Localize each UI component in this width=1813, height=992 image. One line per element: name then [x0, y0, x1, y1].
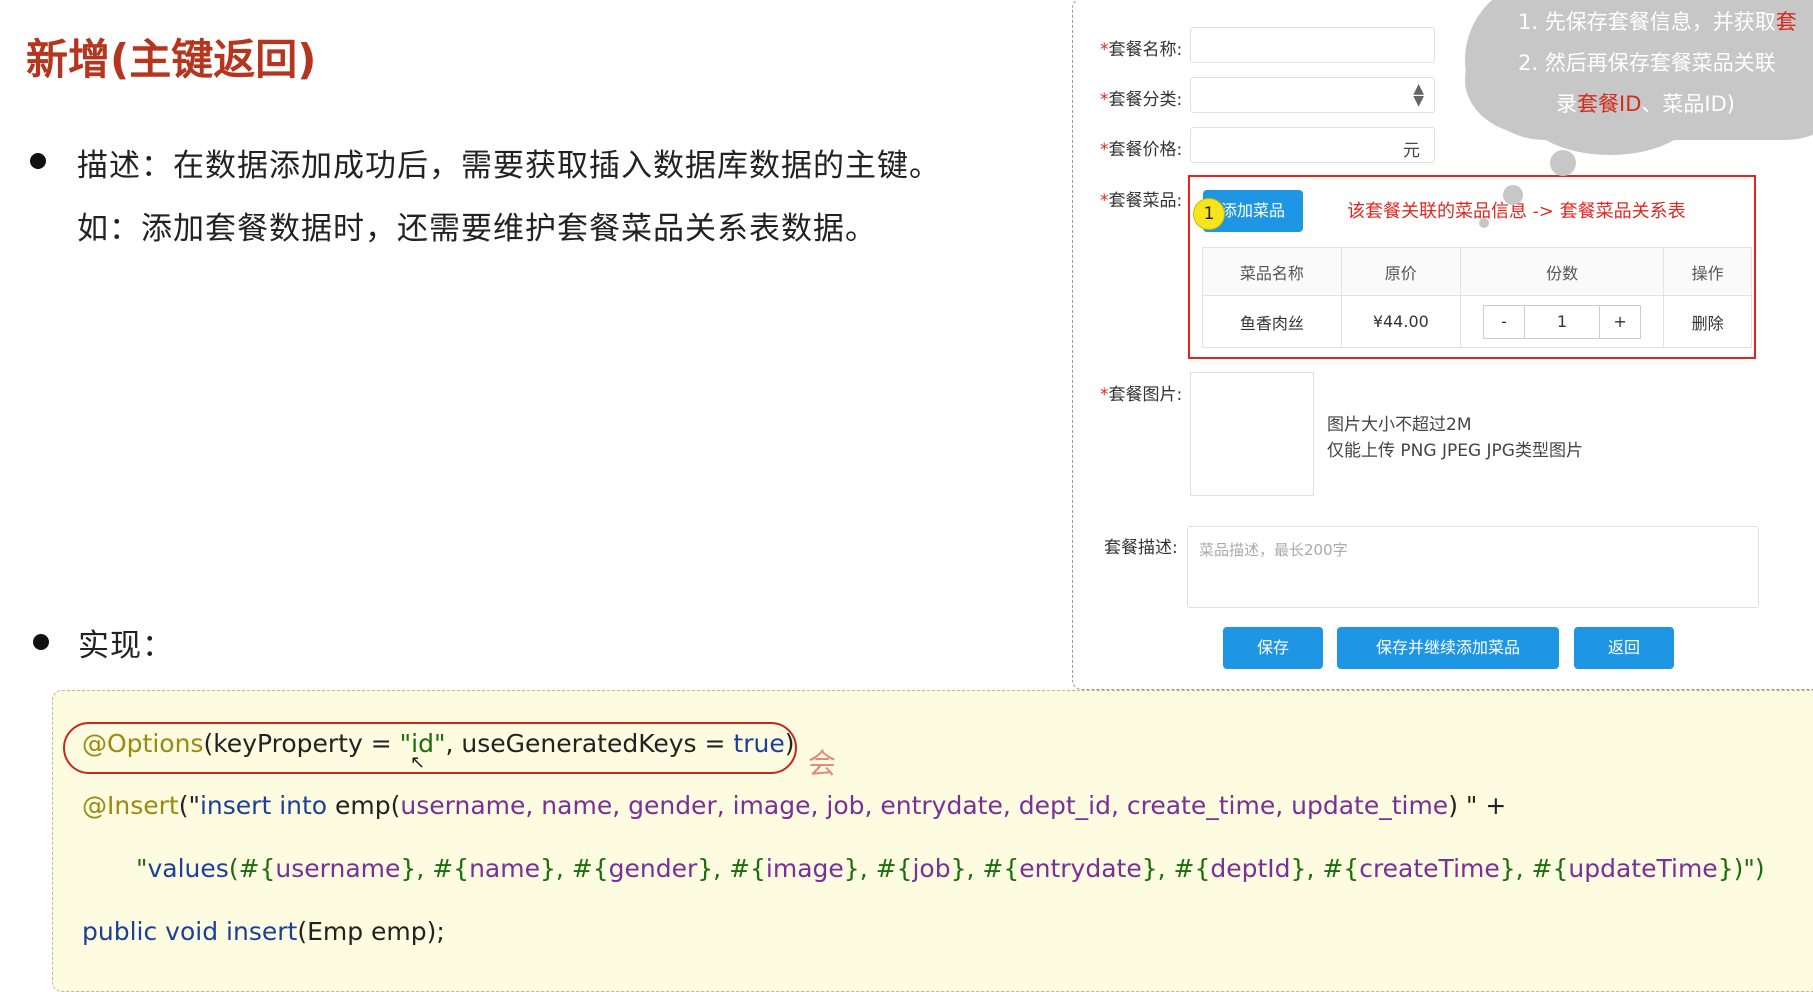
callout-line-3: 录套餐ID、菜品ID) [1556, 92, 1735, 116]
dialog-title-cut [1110, 0, 1210, 2]
back-button[interactable]: 返回 [1574, 627, 1674, 669]
setmeal-image-label: *套餐图片: [1100, 385, 1183, 405]
setmeal-dishes-label: *套餐菜品: [1100, 191, 1183, 211]
table-row: 鱼香肉丝 ¥44.00 -1 + 删除 [1202, 295, 1752, 348]
setmeal-name-input[interactable] [1190, 27, 1435, 63]
description-line-2: 如：添加套餐数据时，还需要维护套餐菜品关系表数据。 [77, 211, 877, 247]
qty-minus-button[interactable]: - [1483, 304, 1526, 339]
image-type-hint: 仅能上传 PNG JPEG JPG类型图片 [1327, 441, 1583, 461]
setmeal-price-input[interactable]: 元 [1190, 127, 1435, 163]
dish-name-cell: 鱼香肉丝 [1202, 295, 1342, 348]
step-badge: 1 [1193, 198, 1225, 230]
desc-placeholder: 菜品描述，最长200字 [1199, 541, 1348, 559]
price-unit: 元 [1403, 141, 1420, 161]
setmeal-desc-label: 套餐描述: [1104, 538, 1178, 558]
qty-stepper-cell: -1 + [1459, 295, 1665, 348]
slide-title: 新增(主键返回) [26, 35, 317, 84]
table-header-name: 菜品名称 [1202, 247, 1342, 296]
setmeal-category-label: *套餐分类: [1100, 90, 1183, 110]
callout-line-1: 1. 先保存套餐信息，并获取套 [1518, 10, 1797, 34]
select-arrows-icon: ▲ ▼ [1413, 81, 1424, 109]
dish-table: 菜品名称 原价 份数 操作 鱼香肉丝 ¥44.00 -1 + 删除 [1202, 247, 1752, 348]
handwritten-note: 会 [808, 747, 837, 780]
cloud-dot [1479, 218, 1489, 228]
setmeal-desc-textarea[interactable]: 菜品描述，最长200字 [1187, 526, 1759, 608]
image-upload-box[interactable] [1190, 372, 1314, 496]
description-line-1: 描述：在数据添加成功后，需要获取插入数据库数据的主键。 [77, 148, 941, 184]
setmeal-name-label: *套餐名称: [1100, 40, 1183, 60]
code-line-values: "values(#{username}, #{name}, #{gender},… [136, 854, 1765, 883]
cloud-dot [1550, 150, 1576, 176]
image-size-hint: 图片大小不超过2M [1327, 415, 1472, 435]
code-line-options: @Options(keyProperty = "id", useGenerate… [82, 729, 795, 758]
qty-input[interactable]: 1 [1525, 304, 1600, 339]
save-continue-button[interactable]: 保存并继续添加菜品 [1337, 627, 1559, 669]
cloud-dot [1503, 185, 1523, 205]
table-header-qty: 份数 [1459, 247, 1665, 296]
table-header-price: 原价 [1340, 247, 1461, 296]
mouse-cursor-icon: ↖ [410, 752, 426, 773]
implementation-label: 实现： [78, 628, 174, 664]
dish-price-cell: ¥44.00 [1340, 295, 1461, 348]
callout-line-2: 2. 然后再保存套餐菜品关联 [1518, 51, 1776, 75]
bullet-dot [33, 634, 49, 650]
save-button[interactable]: 保存 [1223, 627, 1323, 669]
setmeal-price-label: *套餐价格: [1100, 140, 1183, 160]
table-header-action: 操作 [1663, 247, 1752, 296]
setmeal-category-select[interactable]: ▲ ▼ [1190, 77, 1435, 113]
code-line-insert: @Insert("insert into emp(username, name,… [82, 791, 1507, 820]
bullet-dot [30, 153, 46, 169]
qty-plus-button[interactable]: + [1599, 304, 1642, 339]
code-line-method: public void insert(Emp emp); [82, 917, 445, 946]
delete-link[interactable]: 删除 [1663, 295, 1752, 348]
